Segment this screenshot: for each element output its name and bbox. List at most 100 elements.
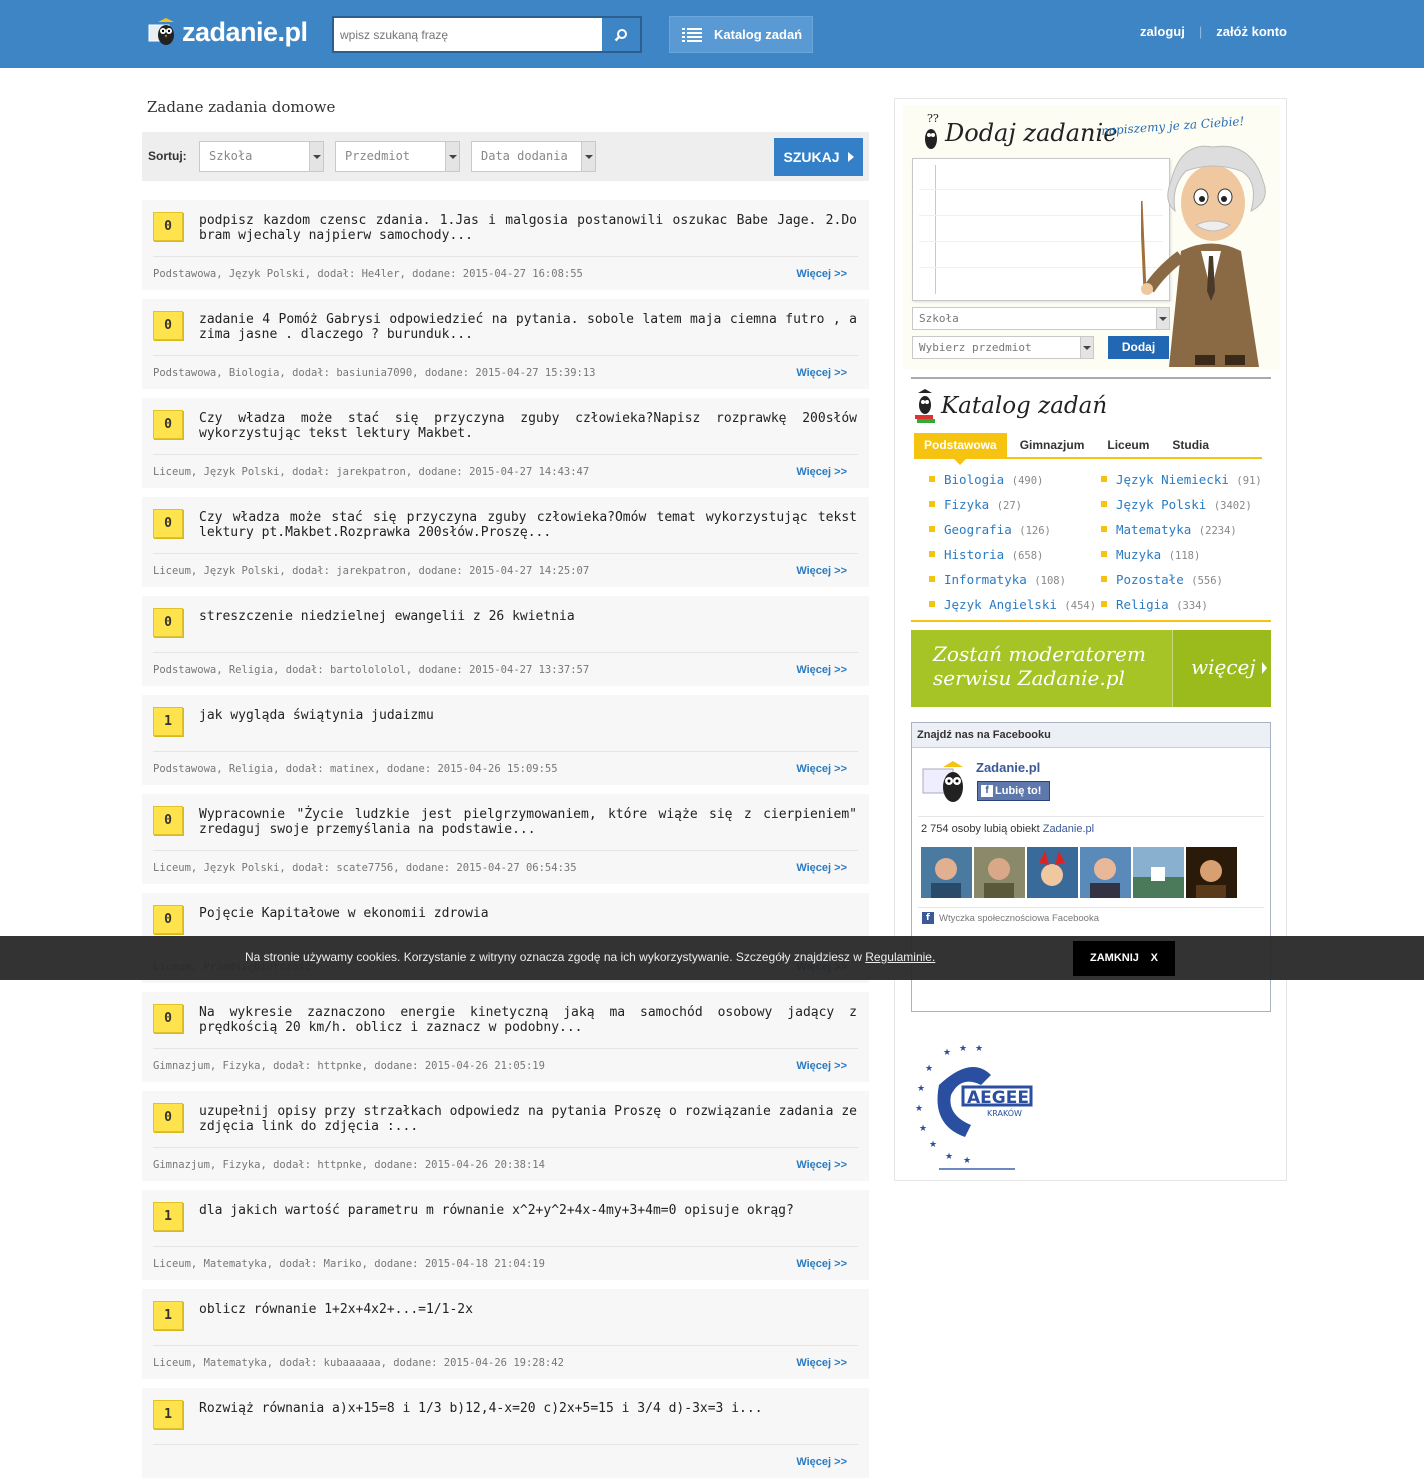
- subject-link[interactable]: Informatyka (108): [929, 572, 1066, 587]
- divider: [153, 1246, 858, 1247]
- question-text[interactable]: podpisz kazdom czensc zdania. 1.Jas i ma…: [199, 213, 857, 243]
- more-link[interactable]: Więcej >>: [796, 1258, 847, 1270]
- moderator-text: Zostań moderatorem serwisu Zadanie.pl: [933, 642, 1146, 690]
- bullet-icon: [929, 550, 935, 557]
- zadanie-page-avatar[interactable]: [921, 755, 973, 807]
- subject-link[interactable]: Język Niemiecki (91): [1101, 472, 1262, 487]
- question-text[interactable]: Na wykresie zaznaczono energie kinetyczn…: [199, 1005, 857, 1035]
- facebook-count-link[interactable]: Zadanie.pl: [1043, 823, 1094, 835]
- question-text[interactable]: streszczenie niedzielnej ewangelii z 26 …: [199, 609, 857, 624]
- fan-avatar[interactable]: [1027, 847, 1078, 898]
- facebook-icon: f: [981, 785, 993, 797]
- regulamin-link[interactable]: Regulaminie.: [865, 950, 935, 964]
- question-text[interactable]: dla jakich wartość parametru m równanie …: [199, 1203, 857, 1218]
- question-card[interactable]: 1 Rozwiąż równania a)x+15=8 i 1/3 b)12,4-…: [142, 1388, 869, 1478]
- subject-link[interactable]: Religia (334): [1101, 597, 1208, 612]
- subject-link[interactable]: Biologia (490): [929, 472, 1043, 487]
- more-link[interactable]: Więcej >>: [796, 1456, 847, 1468]
- question-text[interactable]: Wypracownie "Życie ludzkie jest pielgrzy…: [199, 807, 857, 837]
- subject-link[interactable]: Geografia (126): [929, 522, 1051, 537]
- question-card[interactable]: 0 Na wykresie zaznaczono energie kinetycz…: [142, 992, 869, 1082]
- question-text[interactable]: oblicz równanie 1+2x+4x2+...=1/1-2x: [199, 1302, 857, 1317]
- question-card[interactable]: 0 Czy władza może stać się przyczyna zgub…: [142, 398, 869, 488]
- site-logo[interactable]: zadanie.pl: [146, 14, 308, 50]
- facebook-like-button[interactable]: f Lubię to!: [977, 781, 1050, 801]
- svg-text:★: ★: [915, 1104, 923, 1114]
- add-school-select[interactable]: Szkoła: [912, 307, 1170, 330]
- answer-count-badge: 0: [153, 1004, 183, 1033]
- more-link[interactable]: Więcej >>: [796, 367, 847, 379]
- szukaj-label: SZUKAJ: [783, 149, 840, 165]
- fan-avatar[interactable]: [974, 847, 1025, 898]
- cookie-close-button[interactable]: ZAMKNIJ X: [1073, 941, 1175, 976]
- subject-link[interactable]: Matematyka (2234): [1101, 522, 1237, 537]
- search-icon: [614, 28, 627, 41]
- divider: [918, 816, 1264, 817]
- paper-line: [919, 241, 1163, 242]
- fan-avatar[interactable]: [1080, 847, 1131, 898]
- fan-avatar[interactable]: [1186, 847, 1237, 898]
- date-filter-select[interactable]: Data dodania: [471, 141, 596, 172]
- fan-avatar[interactable]: [921, 847, 972, 898]
- question-card[interactable]: 0 podpisz kazdom czensc zdania. 1.Jas i m…: [142, 200, 869, 290]
- more-link[interactable]: Więcej >>: [796, 664, 847, 676]
- aegee-krakow-logo[interactable]: ★ ★ ★ ★★★ ★★★ ★ AEGEE KRAKÓW: [911, 1045, 1036, 1175]
- question-card[interactable]: 0 zadanie 4 Pomóż Gabrysi odpowiedzieć na…: [142, 299, 869, 389]
- question-card[interactable]: 1 oblicz równanie 1+2x+4x2+...=1/1-2x Lice…: [142, 1289, 869, 1379]
- close-icon: X: [1150, 952, 1158, 964]
- more-link[interactable]: Więcej >>: [796, 1357, 847, 1369]
- question-card[interactable]: 0 uzupełnij opisy przy strzałkach odpowie…: [142, 1091, 869, 1181]
- tab-podstawowa[interactable]: Podstawowa: [914, 433, 1007, 465]
- subject-link[interactable]: Fizyka (27): [929, 497, 1022, 512]
- question-card[interactable]: 0 streszczenie niedzielnej ewangelii z 26…: [142, 596, 869, 686]
- subject-count: (556): [1191, 575, 1223, 587]
- school-filter-select[interactable]: Szkoła: [199, 141, 324, 172]
- catalog-button[interactable]: Katalog zadań: [669, 16, 813, 53]
- subject-count: (2234): [1198, 525, 1237, 537]
- fan-avatar[interactable]: [1133, 847, 1184, 898]
- search-input[interactable]: [334, 18, 602, 51]
- szukaj-button[interactable]: SZUKAJ: [774, 138, 863, 176]
- register-link[interactable]: załóż konto: [1216, 24, 1287, 39]
- catalog-title: Katalog zadań: [941, 393, 1108, 419]
- tab-liceum[interactable]: Liceum: [1097, 433, 1159, 457]
- more-link[interactable]: Więcej >>: [796, 763, 847, 775]
- subject-count: (126): [1019, 525, 1051, 537]
- more-link[interactable]: Więcej >>: [796, 268, 847, 280]
- more-link[interactable]: Więcej >>: [796, 466, 847, 478]
- add-subject-select[interactable]: Wybierz przedmiot: [912, 336, 1094, 359]
- login-link[interactable]: zaloguj: [1140, 24, 1185, 39]
- question-text[interactable]: Czy władza może stać się przyczyna zguby…: [199, 510, 857, 540]
- question-meta: Podstawowa, Religia, dodał: matinex, dod…: [153, 763, 558, 775]
- subject-link[interactable]: Historia (658): [929, 547, 1043, 562]
- subject-link[interactable]: Język Polski (3402): [1101, 497, 1252, 512]
- question-card[interactable]: 1 jak wygląda świątynia judaizmu Podstawow…: [142, 695, 869, 785]
- question-meta: Liceum, Matematyka, dodał: kubaaaaaa, do…: [153, 1357, 564, 1369]
- divider: [153, 850, 858, 851]
- question-card[interactable]: 0 Wypracownie "Życie ludzkie jest pielgrz…: [142, 794, 869, 884]
- moderator-banner[interactable]: Zostań moderatorem serwisu Zadanie.pl wi…: [911, 630, 1271, 707]
- more-link[interactable]: Więcej >>: [796, 1159, 847, 1171]
- facebook-page-name[interactable]: Zadanie.pl: [976, 760, 1040, 775]
- more-link[interactable]: Więcej >>: [796, 862, 847, 874]
- tab-studia[interactable]: Studia: [1162, 433, 1219, 457]
- more-link[interactable]: Więcej >>: [796, 1060, 847, 1072]
- question-text[interactable]: Pojęcie Kapitałowe w ekonomii zdrowia: [199, 906, 857, 921]
- search-button[interactable]: [602, 18, 640, 51]
- question-text[interactable]: Czy władza może stać się przyczyna zguby…: [199, 411, 857, 441]
- subject-link[interactable]: Muzyka (118): [1101, 547, 1200, 562]
- link-separator: |: [1198, 24, 1203, 39]
- question-card[interactable]: 1 dla jakich wartość parametru m równanie…: [142, 1190, 869, 1280]
- question-text[interactable]: jak wygląda świątynia judaizmu: [199, 708, 857, 723]
- subject-link[interactable]: Pozostałe (556): [1101, 572, 1223, 587]
- task-textarea[interactable]: [912, 158, 1170, 301]
- question-text[interactable]: zadanie 4 Pomóż Gabrysi odpowiedzieć na …: [199, 312, 857, 342]
- question-text[interactable]: uzupełnij opisy przy strzałkach odpowied…: [199, 1104, 857, 1134]
- more-link[interactable]: Więcej >>: [796, 565, 847, 577]
- question-card[interactable]: 0 Czy władza może stać się przyczyna zgub…: [142, 497, 869, 587]
- subject-link[interactable]: Język Angielski (454): [929, 597, 1096, 612]
- svg-text:★: ★: [917, 1084, 925, 1094]
- subject-filter-select[interactable]: Przedmiot: [335, 141, 460, 172]
- tab-gimnazjum[interactable]: Gimnazjum: [1010, 433, 1095, 457]
- question-text[interactable]: Rozwiąż równania a)x+15=8 i 1/3 b)12,4-x…: [199, 1401, 857, 1416]
